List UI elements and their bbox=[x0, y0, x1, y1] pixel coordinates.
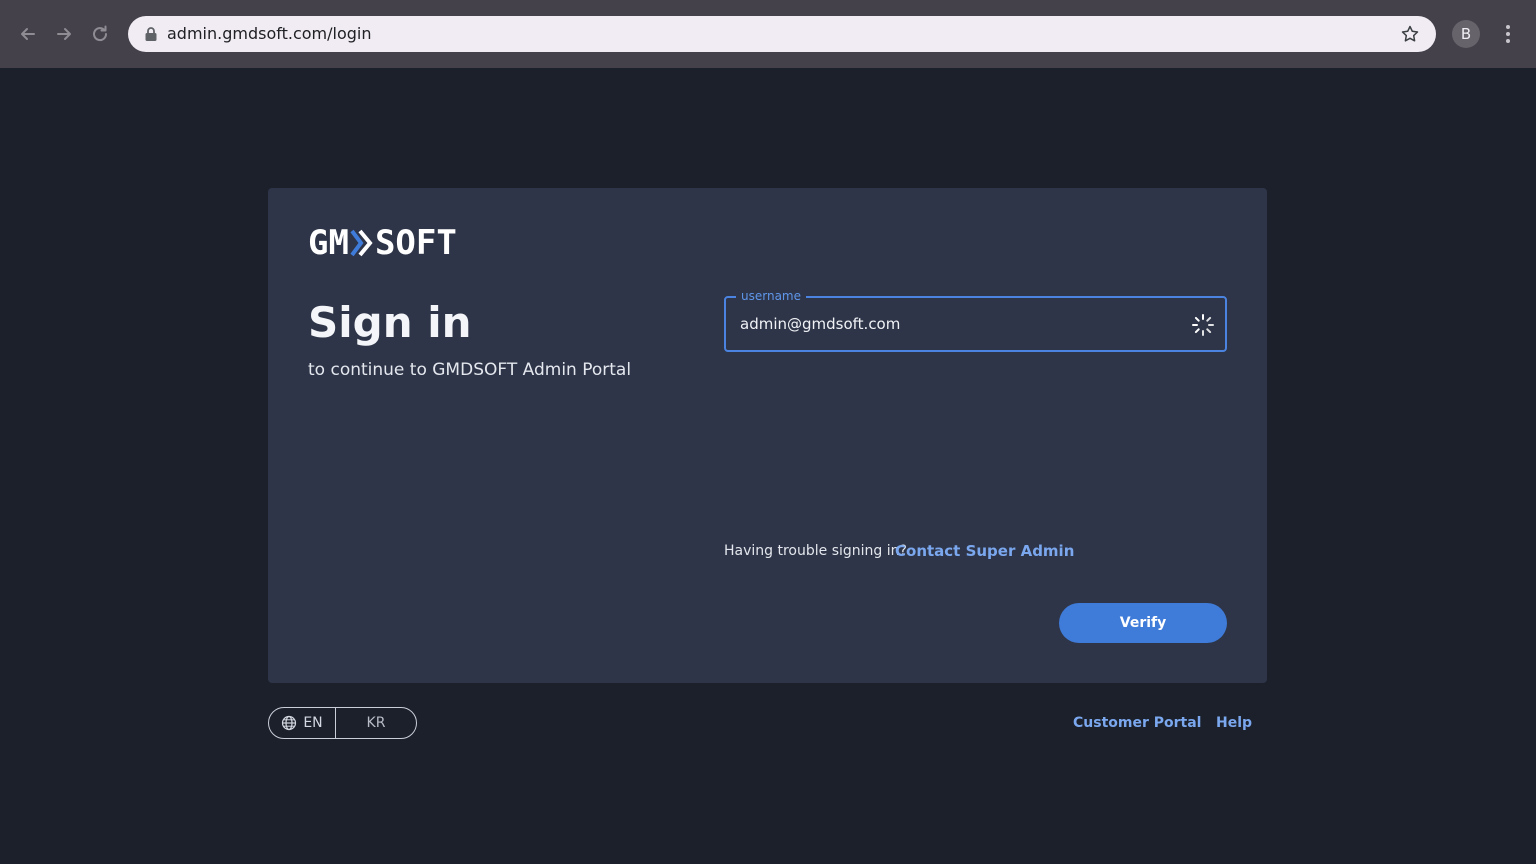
signin-card: GM SOFT Sign in to continue to GMDSOFT A… bbox=[268, 188, 1267, 683]
arrow-left-icon bbox=[21, 28, 35, 40]
loading-spinner-icon bbox=[1192, 314, 1214, 336]
back-button[interactable] bbox=[14, 20, 42, 48]
language-kr-label: KR bbox=[366, 715, 386, 731]
username-label: username bbox=[736, 288, 806, 304]
language-en-button[interactable]: EN bbox=[269, 708, 336, 738]
language-en-label: EN bbox=[303, 715, 323, 731]
star-icon[interactable] bbox=[1400, 24, 1420, 44]
globe-icon bbox=[282, 715, 297, 731]
verify-button[interactable]: Verify bbox=[1059, 603, 1227, 643]
forward-button[interactable] bbox=[50, 20, 78, 48]
gmdsoft-logo: GM SOFT bbox=[308, 226, 457, 260]
logo-text-right: SOFT bbox=[374, 223, 457, 263]
language-switcher: EN KR bbox=[268, 707, 417, 739]
page-title: Sign in bbox=[308, 298, 472, 347]
arrow-right-icon bbox=[57, 28, 71, 40]
browser-toolbar: admin.gmdsoft.com/login B bbox=[0, 0, 1536, 68]
profile-avatar[interactable]: B bbox=[1452, 20, 1480, 48]
contact-super-admin-link[interactable]: Contact Super Admin bbox=[895, 540, 1074, 562]
logo-text-left: GM bbox=[308, 223, 349, 263]
kebab-menu-icon[interactable] bbox=[1498, 22, 1518, 46]
trouble-text: Having trouble signing in? bbox=[724, 543, 907, 559]
language-kr-button[interactable]: KR bbox=[336, 708, 416, 738]
logo-chevron-icon bbox=[350, 229, 373, 257]
reload-button[interactable] bbox=[86, 20, 114, 48]
address-bar[interactable]: admin.gmdsoft.com/login bbox=[128, 16, 1436, 52]
help-link[interactable]: Help bbox=[1216, 713, 1252, 733]
address-url: admin.gmdsoft.com/login bbox=[167, 24, 372, 43]
username-field[interactable]: username bbox=[724, 288, 1227, 352]
username-input[interactable] bbox=[740, 312, 1180, 336]
customer-portal-link[interactable]: Customer Portal bbox=[1073, 713, 1201, 733]
page-subtitle: to continue to GMDSOFT Admin Portal bbox=[308, 360, 632, 380]
lock-icon bbox=[145, 27, 157, 41]
reload-icon bbox=[93, 25, 108, 42]
